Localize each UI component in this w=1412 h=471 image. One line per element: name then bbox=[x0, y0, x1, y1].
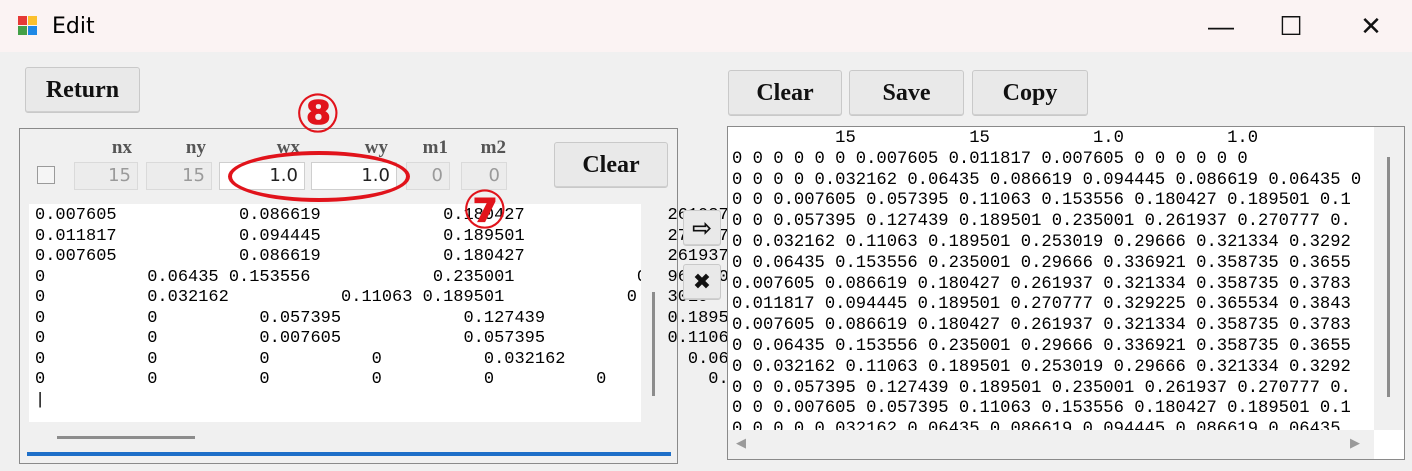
output-horizontal-scrollbar[interactable]: ◀ ▶ bbox=[728, 430, 1374, 459]
output-text-area[interactable]: 15 15 1.0 1.0 0 0 0 0 0 0 0 0 0.007605 0… bbox=[728, 127, 1374, 430]
highlight-ellipse bbox=[228, 151, 410, 202]
minimize-icon: — bbox=[1208, 10, 1234, 41]
input-text: 0.007605 0.086619 0.180427 0.261937 0.01… bbox=[35, 206, 790, 410]
nx-field[interactable]: 15 bbox=[74, 162, 138, 190]
output-vertical-scrollbar[interactable] bbox=[1374, 127, 1404, 430]
apply-button[interactable]: ⇨ bbox=[683, 210, 721, 246]
left-clear-button[interactable]: Clear bbox=[554, 142, 668, 188]
scroll-right-icon[interactable]: ▶ bbox=[1350, 435, 1360, 451]
output-vertical-scroll-thumb[interactable] bbox=[1387, 157, 1390, 397]
minimize-button[interactable]: — bbox=[1186, 0, 1256, 52]
copy-button[interactable]: Copy bbox=[972, 70, 1088, 116]
focus-underline bbox=[27, 452, 671, 456]
x-mark-icon: ✖ bbox=[692, 269, 712, 295]
m1-field[interactable]: 0 bbox=[406, 162, 450, 190]
save-button[interactable]: Save bbox=[849, 70, 964, 116]
annotation-marker-8: ⑧ bbox=[295, 82, 341, 145]
arrow-right-icon: ⇨ bbox=[691, 214, 713, 242]
input-horizontal-scrollbar[interactable] bbox=[29, 422, 641, 450]
right-clear-button[interactable]: Clear bbox=[728, 70, 842, 116]
scroll-left-icon[interactable]: ◀ bbox=[736, 435, 746, 451]
enable-checkbox[interactable] bbox=[37, 166, 55, 184]
window-title: Edit bbox=[52, 14, 95, 39]
header-m1: m1 bbox=[422, 137, 448, 158]
annotation-marker-7: ⑦ bbox=[462, 178, 508, 241]
output-text: 15 15 1.0 1.0 0 0 0 0 0 0 0 0 0.007605 0… bbox=[732, 129, 1362, 430]
header-nx: nx bbox=[111, 137, 132, 158]
header-ny: ny bbox=[185, 137, 206, 158]
close-button[interactable]: ✕ bbox=[1336, 0, 1406, 52]
delete-button[interactable]: ✖ bbox=[683, 264, 721, 300]
input-horizontal-scroll-thumb[interactable] bbox=[57, 436, 195, 439]
app-icon bbox=[18, 16, 37, 35]
return-button[interactable]: Return bbox=[25, 67, 140, 113]
close-icon: ✕ bbox=[1360, 10, 1382, 41]
ny-field[interactable]: 15 bbox=[146, 162, 212, 190]
maximize-icon: ☐ bbox=[1279, 10, 1303, 41]
header-m2: m2 bbox=[480, 137, 506, 158]
maximize-button[interactable]: ☐ bbox=[1256, 0, 1326, 52]
input-vertical-scrollbar[interactable] bbox=[641, 204, 667, 422]
input-text-area[interactable]: 0.007605 0.086619 0.180427 0.261937 0.01… bbox=[29, 204, 790, 422]
input-vertical-scroll-thumb[interactable] bbox=[652, 292, 655, 396]
